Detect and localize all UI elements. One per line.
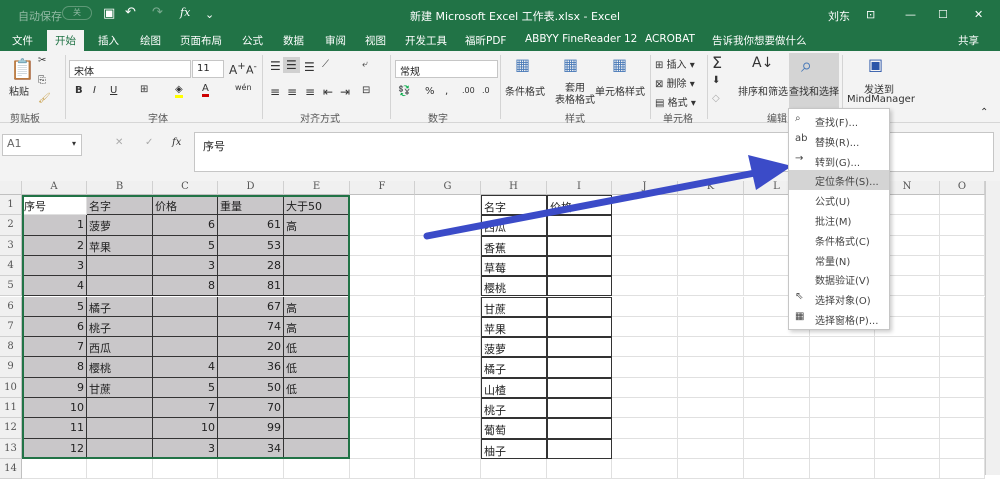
menu-item-3[interactable]: 定位条件(S)... [789, 170, 889, 191]
arrow-shaft [423, 168, 764, 240]
menu-item-9[interactable]: ⇖ 选择对象(O) [789, 289, 889, 309]
menu-item-5[interactable]: 批注(M) [789, 210, 889, 230]
menu-item-label: 批注(M) [815, 217, 852, 228]
menu-item-label: 选择对象(O) [815, 296, 871, 308]
menu-item-1[interactable]: ab 替换(R)... [789, 131, 889, 151]
menu-item-label: 公式(U) [815, 197, 851, 209]
menu-item-0[interactable]: ⌕ 查找(F)... [789, 111, 889, 131]
arrow-head [748, 155, 792, 190]
menu-item-4[interactable]: 公式(U) [789, 190, 889, 210]
menu-item-icon: ▦ [795, 311, 805, 322]
menu-item-label: 常量(N) [815, 256, 851, 268]
menu-item-label: 查找(F)... [815, 118, 859, 129]
menu-item-label: 替换(R)... [815, 137, 860, 149]
find-select-menu: ⌕ 查找(F)... ab 替换(R)... → 转到(G)... 定位条件(S)... 公式… [788, 108, 890, 330]
menu-item-6[interactable]: 条件格式(C) [789, 230, 889, 250]
menu-item-label: 选择窗格(P)... [815, 316, 879, 327]
menu-item-icon: → [795, 152, 804, 164]
menu-item-icon: ⇖ [795, 291, 804, 303]
menu-item-7[interactable]: 常量(N) [789, 250, 889, 270]
menu-item-8[interactable]: 数据验证(V) [789, 269, 889, 289]
menu-item-2[interactable]: → 转到(G)... [789, 151, 889, 171]
menu-item-10[interactable]: ▦ 选择窗格(P)... [789, 309, 889, 329]
menu-item-label: 定位条件(S)... [815, 177, 879, 189]
menu-item-icon: ab [795, 132, 808, 144]
menu-item-label: 转到(G)... [815, 157, 861, 169]
menu-item-icon: ⌕ [795, 113, 801, 124]
menu-item-label: 数据验证(V) [815, 276, 870, 288]
menu-item-label: 条件格式(C) [815, 236, 870, 248]
